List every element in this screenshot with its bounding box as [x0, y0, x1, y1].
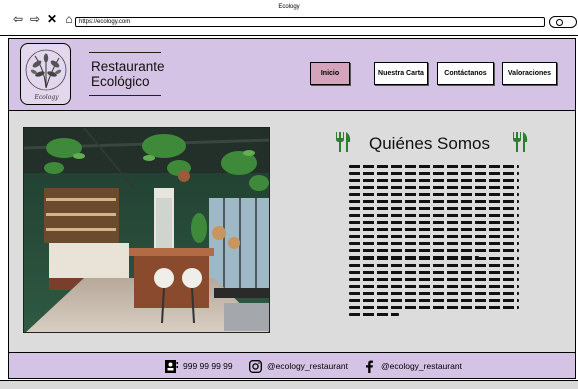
- close-icon[interactable]: ✕: [46, 13, 58, 25]
- home-icon[interactable]: ⌂: [63, 13, 75, 25]
- instagram-handle: @ecology_restaurant: [267, 361, 348, 371]
- logo-text: Ecology: [34, 94, 59, 101]
- brand-name[interactable]: Restaurante Ecológico: [91, 59, 165, 89]
- footer-facebook[interactable]: @ecology_restaurant: [363, 359, 462, 373]
- browser-chrome: Ecology ⇦ ⇨ ✕ ⌂ https://ecology.com: [0, 0, 578, 36]
- facebook-icon: [366, 360, 373, 373]
- browser-nav: ⇦ ⇨ ✕ ⌂: [12, 13, 75, 25]
- brand-rule-top: [89, 52, 161, 53]
- contact-card-icon: [165, 359, 178, 373]
- facebook-handle: @ecology_restaurant: [381, 361, 462, 371]
- bottom-scroll-strip: [0, 380, 578, 389]
- nav-inicio-button[interactable]: Inicio: [310, 62, 350, 85]
- brand-rule-bottom: [89, 95, 161, 96]
- main-content: Quiénes Somos: [8, 111, 576, 352]
- site-footer: 999 99 99 99 @ecology_restaurant @ecolog…: [8, 352, 576, 379]
- brand-line-2: Ecológico: [91, 74, 150, 89]
- back-arrow-icon[interactable]: ⇦: [12, 13, 24, 25]
- instagram-icon: [249, 359, 262, 373]
- fork-knife-icon: [336, 132, 351, 152]
- brand-line-1: Restaurante: [91, 59, 165, 74]
- site-header: Ecology Restaurante Ecológico Inicio Nue…: [8, 38, 576, 111]
- placeholder-paragraph-2: [349, 257, 519, 320]
- footer-instagram[interactable]: @ecology_restaurant: [249, 359, 348, 373]
- section-title: Quiénes Somos: [369, 134, 490, 153]
- fork-knife-icon: [513, 132, 528, 152]
- forward-arrow-icon[interactable]: ⇨: [29, 13, 41, 25]
- search-icon[interactable]: [549, 16, 577, 28]
- footer-phone[interactable]: 999 99 99 99: [165, 359, 233, 373]
- window-title: Ecology: [278, 4, 300, 10]
- nav-valoraciones-button[interactable]: Valoraciones: [502, 62, 557, 85]
- nav-nuestra-carta-button[interactable]: Nuestra Carta: [374, 62, 428, 85]
- url-bar[interactable]: https://ecology.com: [75, 17, 545, 27]
- logo[interactable]: Ecology: [20, 43, 71, 105]
- nav-contactanos-button[interactable]: Contáctanos: [437, 62, 494, 85]
- restaurant-interior-image: [23, 127, 270, 333]
- placeholder-paragraph-1: [349, 165, 519, 263]
- phone-number: 999 99 99 99: [183, 361, 233, 371]
- restaurant-interior-illustration: [24, 128, 269, 332]
